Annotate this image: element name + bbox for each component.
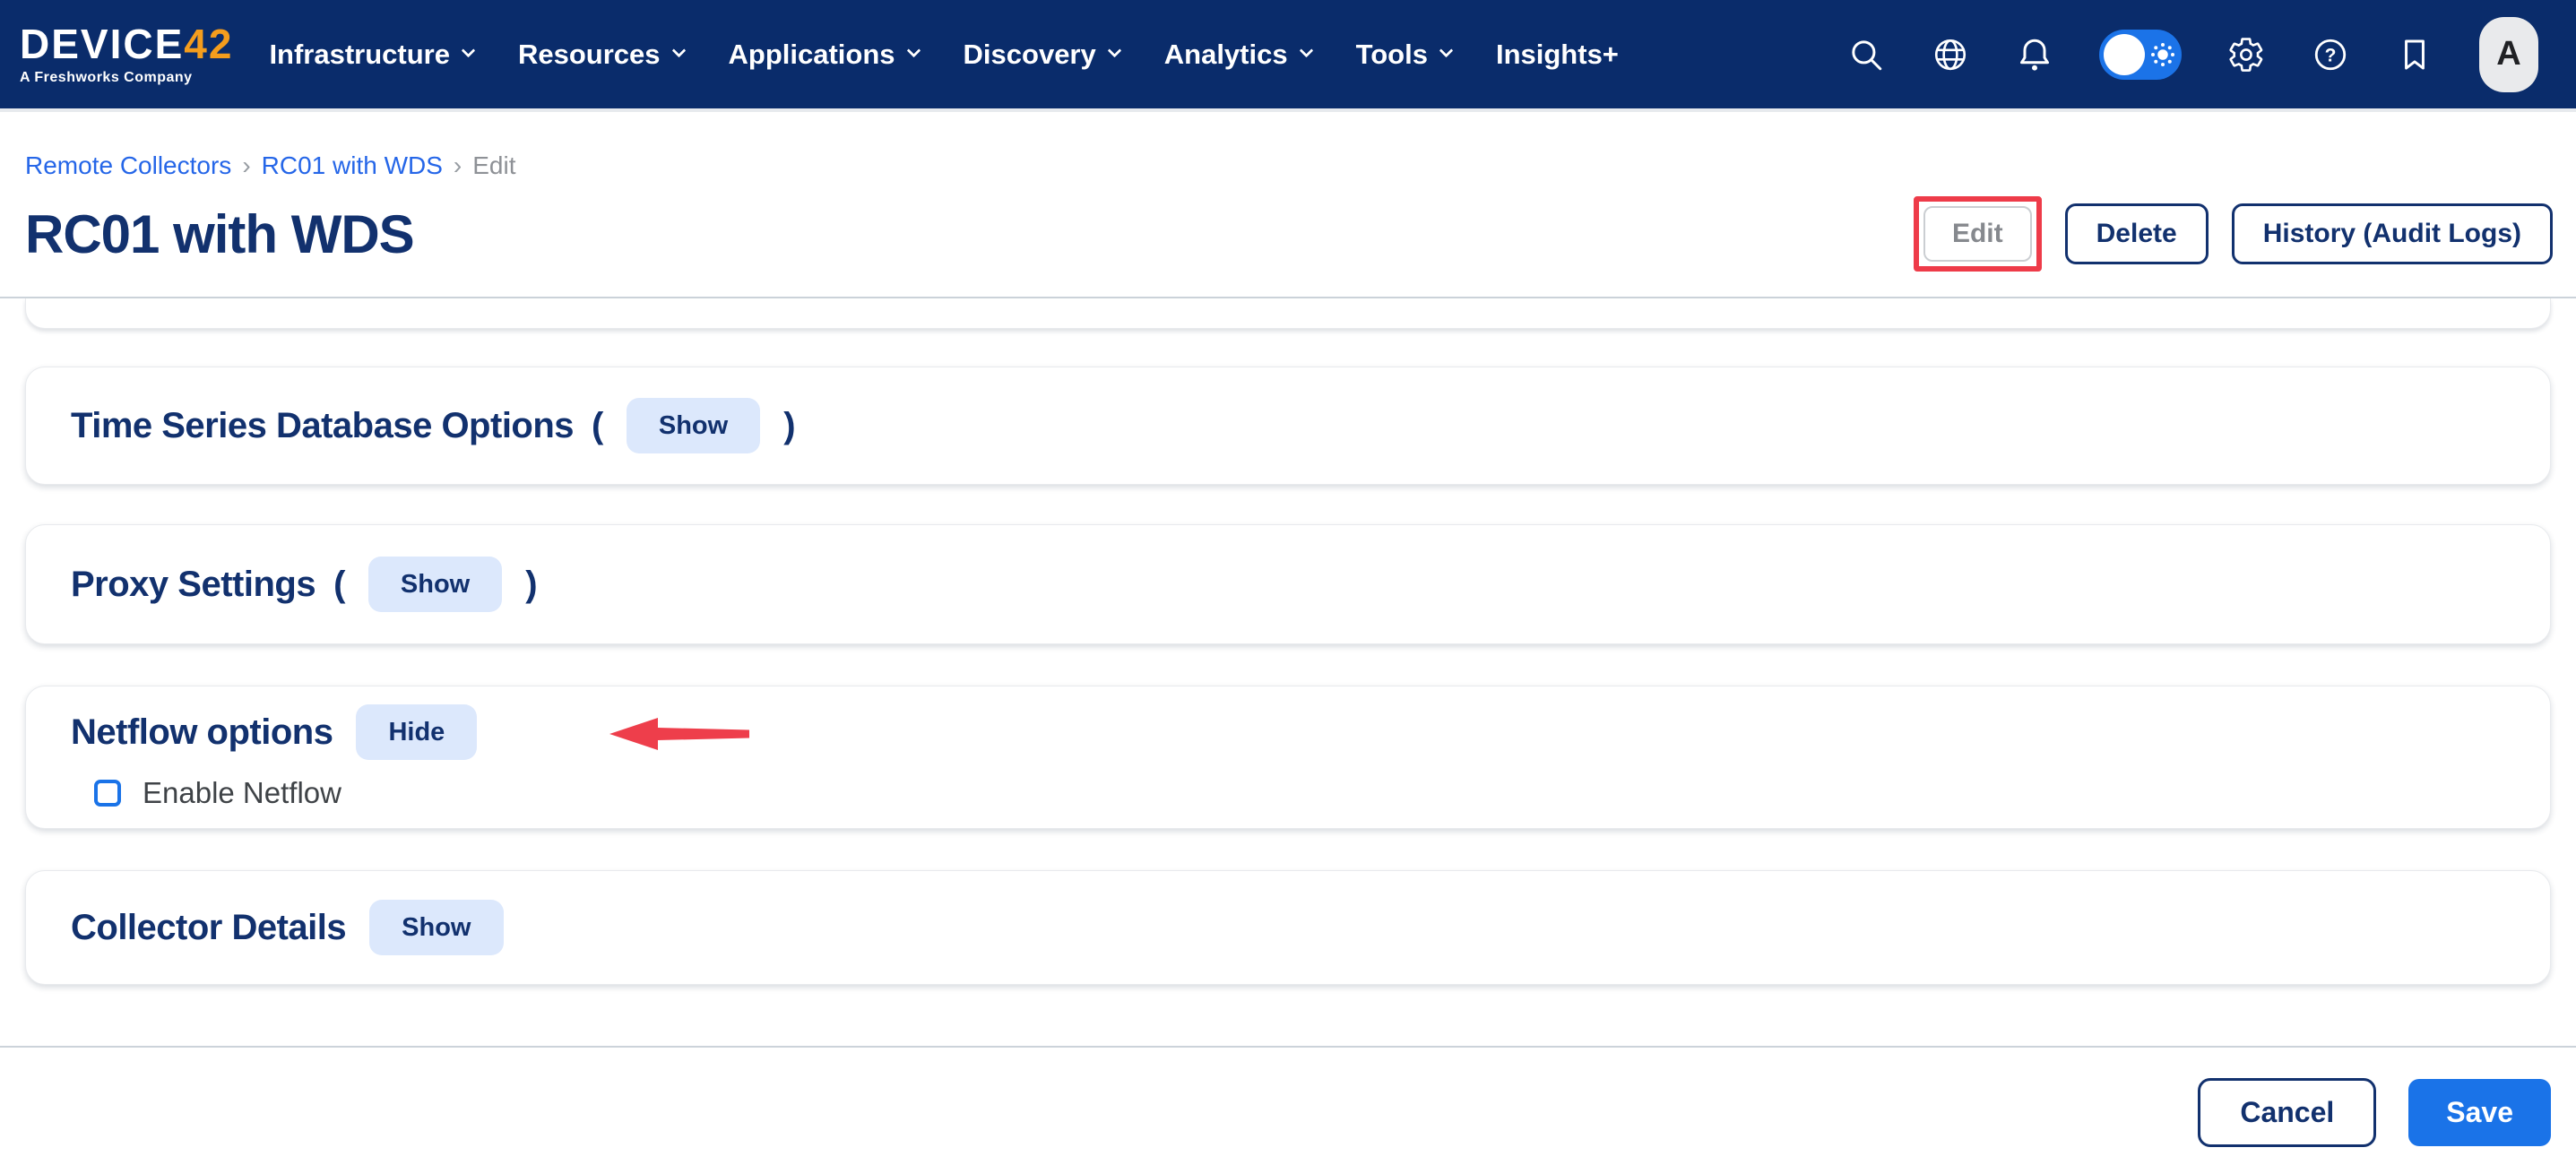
paren-close: ) [525,565,537,605]
menu-insights-plus[interactable]: Insights+ [1496,39,1619,71]
chevron-down-icon [1107,44,1121,58]
section-title: Proxy Settings [71,565,316,605]
settings-gear-icon[interactable] [2226,35,2266,74]
theme-toggle[interactable] [2099,30,2182,80]
section-title: Netflow options [71,712,333,753]
edit-button[interactable]: Edit [1923,206,2032,262]
page-header: RC01 with WDS Edit Delete History (Audit… [0,196,2576,272]
menu-discovery[interactable]: Discovery [964,39,1119,71]
breadcrumb-current: Edit [472,151,515,180]
section-title: Collector Details [71,908,346,948]
breadcrumb-separator: › [454,151,462,180]
section-title: Time Series Database Options [71,406,574,446]
paren-close: ) [783,406,795,446]
section-proxy-settings: Proxy Settings ( Show ) [25,524,2551,644]
breadcrumb-separator: › [242,151,250,180]
section-collector-details: Collector Details Show [25,870,2551,985]
enable-netflow-label: Enable Netflow [143,776,341,810]
history-audit-logs-button[interactable]: History (Audit Logs) [2232,203,2553,264]
chevron-down-icon [906,44,921,58]
help-icon[interactable]: ? [2311,35,2350,74]
menu-resources[interactable]: Resources [518,39,684,71]
logo-accent-42: 42 [184,21,233,67]
main-menu: Infrastructure Resources Applications Di… [269,39,1618,71]
annotation-arrow-icon [608,716,751,752]
save-button[interactable]: Save [2408,1079,2551,1146]
device42-logo[interactable]: DEVICE42 A Freshworks Company [20,23,233,85]
breadcrumb: Remote Collectors › RC01 with WDS › Edit [25,151,2576,180]
enable-netflow-row: Enable Netflow [94,776,341,810]
form-sections: Time Series Database Options ( Show ) Pr… [0,298,2576,985]
enable-netflow-checkbox[interactable] [94,780,121,807]
header-actions: Edit Delete History (Audit Logs) [1914,196,2553,272]
sun-icon [2149,41,2176,68]
logo-tagline: A Freshworks Company [20,71,233,85]
search-icon[interactable] [1846,35,1886,74]
hide-toggle-button[interactable]: Hide [356,704,477,760]
notifications-bell-icon[interactable] [2015,35,2054,74]
toggle-knob [2104,34,2145,75]
svg-text:?: ? [2325,45,2337,65]
show-toggle-button[interactable]: Show [627,398,760,453]
delete-button[interactable]: Delete [2065,203,2209,264]
menu-infrastructure[interactable]: Infrastructure [269,39,473,71]
breadcrumb-rc01[interactable]: RC01 with WDS [262,151,443,180]
annotation-red-box: Edit [1914,196,2042,272]
logo-wordmark: DEVICE42 [20,23,233,65]
nav-utility-area: ? A [1846,17,2538,92]
menu-analytics[interactable]: Analytics [1164,39,1311,71]
chevron-down-icon [671,44,686,58]
scrolled-card-bottom-edge [25,298,2551,329]
footer-actions: Cancel Save [0,1048,2576,1147]
bookmark-icon[interactable] [2395,35,2434,74]
page-title: RC01 with WDS [25,203,414,265]
menu-applications[interactable]: Applications [729,39,919,71]
user-avatar[interactable]: A [2479,17,2538,92]
show-toggle-button[interactable]: Show [368,557,502,612]
chevron-down-icon [1299,44,1313,58]
chevron-down-icon [462,44,476,58]
section-netflow-options: Netflow options Hide Enable Netflow [25,686,2551,829]
cancel-button[interactable]: Cancel [2198,1078,2376,1147]
breadcrumb-remote-collectors[interactable]: Remote Collectors [25,151,231,180]
globe-icon[interactable] [1931,35,1970,74]
section-time-series-database-options: Time Series Database Options ( Show ) [25,367,2551,485]
show-toggle-button[interactable]: Show [369,900,503,955]
paren-open: ( [592,406,603,446]
paren-open: ( [333,565,345,605]
top-navbar: DEVICE42 A Freshworks Company Infrastruc… [0,0,2576,112]
menu-tools[interactable]: Tools [1356,39,1451,71]
chevron-down-icon [1439,44,1454,58]
